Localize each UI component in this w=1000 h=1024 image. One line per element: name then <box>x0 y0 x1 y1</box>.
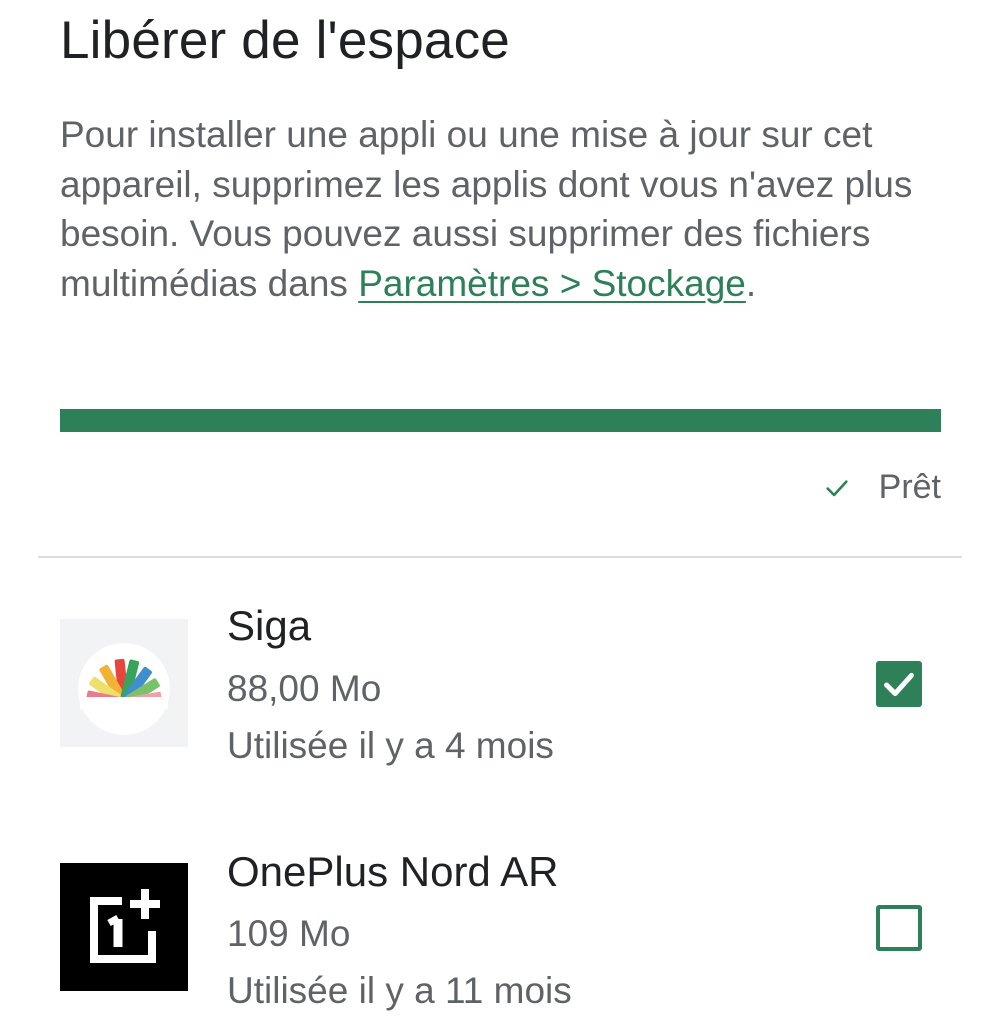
siga-app-icon <box>60 619 188 747</box>
app-size: 109 Mo <box>227 913 351 954</box>
app-last-used: Utilisée il y a 11 mois <box>227 970 572 1011</box>
app-name: OnePlus Nord AR <box>227 848 559 895</box>
status-indicator: Prêt <box>823 468 941 507</box>
app-list-item[interactable]: Siga 88,00 Mo Utilisée il y a 4 mois <box>0 580 1000 780</box>
app-list-item[interactable]: OnePlus Nord AR 109 Mo Utilisée il y a 1… <box>0 825 1000 1024</box>
storage-settings-link[interactable]: Paramètres > Stockage <box>358 263 746 304</box>
app-select-checkbox[interactable] <box>876 905 922 951</box>
page-title: Libérer de l'espace <box>60 11 510 70</box>
checkmark-icon <box>884 672 914 697</box>
divider <box>38 556 962 558</box>
app-select-checkbox[interactable] <box>876 661 922 707</box>
app-size: 88,00 Mo <box>227 668 382 709</box>
app-last-used: Utilisée il y a 4 mois <box>227 725 554 766</box>
status-label: Prêt <box>878 468 941 506</box>
page-description: Pour installer une appli ou une mise à j… <box>60 110 920 308</box>
storage-progress-bar <box>60 409 941 432</box>
storage-progress-fill <box>60 409 941 432</box>
description-end: . <box>745 262 757 304</box>
check-icon <box>826 479 848 496</box>
oneplus-app-icon <box>60 863 188 991</box>
app-name: Siga <box>227 602 312 649</box>
